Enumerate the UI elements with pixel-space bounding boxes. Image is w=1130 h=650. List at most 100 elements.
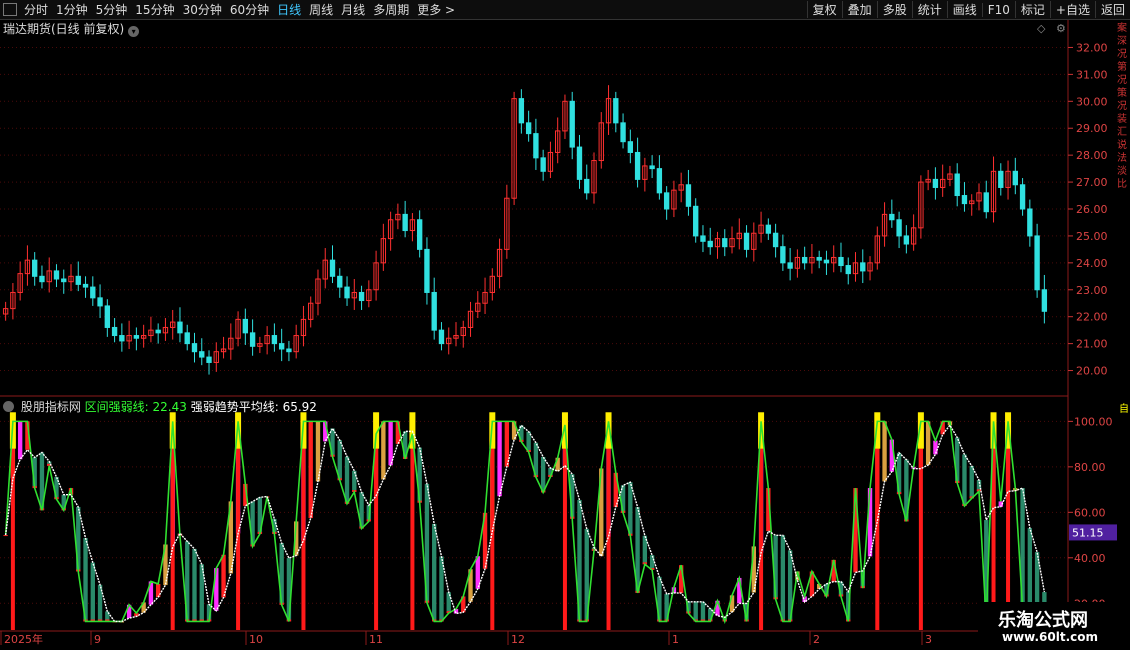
price-tick-label: 29.00 xyxy=(1076,122,1108,135)
candle-body xyxy=(700,235,706,242)
candle-body xyxy=(1012,170,1018,186)
indicator-bar xyxy=(628,482,633,536)
indicator-bar xyxy=(649,555,655,571)
candle-body xyxy=(337,275,343,288)
candle-body xyxy=(271,335,278,345)
indicator-title[interactable]: 股朋指标网 区间强弱线: 22.43 强弱趋势平均线: 65.92 xyxy=(3,398,317,415)
candle-body xyxy=(903,235,910,245)
candle-body xyxy=(329,259,336,277)
candle-body xyxy=(685,184,692,207)
candle-body xyxy=(780,246,786,264)
candle-body xyxy=(823,259,830,264)
candle-body xyxy=(1034,235,1040,291)
candle-body xyxy=(627,141,634,153)
current-value-label: 51.15 xyxy=(1072,526,1104,539)
candle-body xyxy=(402,213,408,232)
watermark-title: 乐淘公式网 xyxy=(998,610,1088,631)
trend-avg-value: 强弱趋势平均线: 65.92 xyxy=(190,400,317,414)
indicator-bar xyxy=(700,601,706,622)
price-tick-label: 27.00 xyxy=(1076,176,1108,189)
candle-body xyxy=(431,291,437,331)
candle-body xyxy=(53,270,60,280)
candle-body xyxy=(242,318,249,334)
candle-body xyxy=(584,178,590,194)
time-tick-label: 10 xyxy=(249,633,263,646)
time-tick-label: 3 xyxy=(925,633,932,646)
indicator-bar xyxy=(3,535,8,537)
chevron-down-icon[interactable] xyxy=(3,401,14,412)
candle-body xyxy=(424,248,430,293)
time-tick-label: 1 xyxy=(672,633,679,646)
price-tick-label: 24.00 xyxy=(1076,257,1108,270)
indicator-bar xyxy=(882,421,887,482)
chart-canvas[interactable]: 32.00 31.00 30.00 29.00 28.00 27.00 26.00 25.00… xyxy=(0,0,1130,650)
indicator-bar xyxy=(504,421,510,467)
price-tick-label: 28.00 xyxy=(1076,149,1108,162)
indicator-bar xyxy=(155,583,161,598)
indicator-bar xyxy=(497,421,502,497)
indicator-bar xyxy=(192,548,197,622)
indicator-bar xyxy=(925,421,931,466)
candle-body xyxy=(540,157,546,172)
indicator-tick-label: 60.00 xyxy=(1074,506,1106,519)
candle-body xyxy=(177,321,183,334)
candle-body xyxy=(1027,208,1033,237)
candle-body xyxy=(845,265,851,275)
candle-body xyxy=(649,165,655,170)
candle-body xyxy=(278,343,285,350)
indicator-bar xyxy=(540,456,546,493)
signal-bar xyxy=(1006,421,1011,630)
candle-body xyxy=(1041,289,1048,312)
candle-body xyxy=(634,151,641,180)
candle-body xyxy=(765,224,772,234)
candle-body xyxy=(576,146,583,180)
candle-body xyxy=(111,326,118,337)
side-panel-marker: 自 xyxy=(1119,404,1129,415)
time-tick-label: 12 xyxy=(511,633,525,646)
watermark: 乐淘公式网 www.60lt.com xyxy=(978,602,1108,648)
candle-body xyxy=(286,348,292,353)
signal-bar xyxy=(606,421,611,630)
candle-body xyxy=(39,275,45,283)
indicator-bar xyxy=(308,421,313,519)
candle-body xyxy=(184,332,190,345)
price-tick-label: 22.00 xyxy=(1076,311,1108,324)
candle-body xyxy=(191,343,198,353)
time-tick-label: 2025年 xyxy=(4,632,43,646)
price-tick-label: 20.00 xyxy=(1076,365,1108,378)
candle-body xyxy=(787,262,793,269)
candle-body xyxy=(358,291,365,302)
candle-body xyxy=(61,278,67,283)
candle-body xyxy=(155,329,161,334)
time-tick-label: 2 xyxy=(813,633,820,646)
trend-average-line xyxy=(4,424,1046,623)
time-tick-label: 11 xyxy=(369,633,383,646)
price-tick-label: 26.00 xyxy=(1076,203,1108,216)
candle-body xyxy=(772,232,779,248)
candle-body xyxy=(533,133,539,159)
candle-body xyxy=(104,305,111,328)
candle-body xyxy=(983,192,989,213)
candle-body xyxy=(133,335,140,339)
candle-body xyxy=(32,259,38,277)
candle-body xyxy=(743,232,750,250)
price-tick-label: 32.00 xyxy=(1076,41,1108,54)
strength-line-value: 区间强弱线: 22.43 xyxy=(84,400,187,414)
candle-body xyxy=(998,170,1004,188)
candle-body xyxy=(206,356,212,363)
indicator-name: 股朋指标网 xyxy=(20,400,81,414)
indicator-tick-label: 80.00 xyxy=(1074,461,1106,474)
time-tick-label: 9 xyxy=(94,633,101,646)
indicator-tick-label: 40.00 xyxy=(1074,552,1106,565)
candle-body xyxy=(416,219,423,250)
price-tick-label: 31.00 xyxy=(1076,68,1108,81)
watermark-url: www.60lt.com xyxy=(1002,630,1099,644)
candle-body xyxy=(525,122,532,135)
indicator-bar xyxy=(17,421,23,460)
candle-body xyxy=(707,240,713,248)
candle-body xyxy=(90,286,96,299)
candle-body xyxy=(954,173,960,197)
candle-body xyxy=(344,286,350,299)
candle-body xyxy=(932,178,939,188)
indicator-bar xyxy=(381,421,386,480)
